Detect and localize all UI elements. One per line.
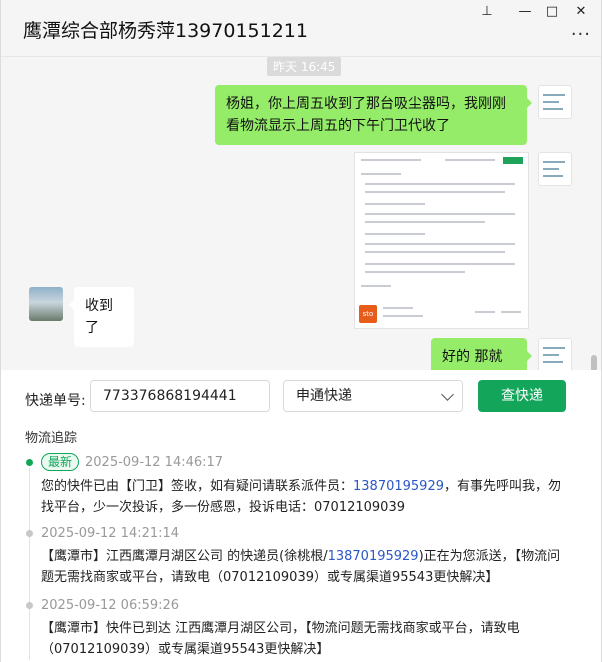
tracking-section-title: 物流追踪 <box>25 431 78 446</box>
event-text: 您的快件已由【门卫】签收，如有疑问请联系派件员： <box>41 479 354 494</box>
title-bar: 鹰潭综合部杨秀萍13970151211 ⊥ — □ ✕ ··· <box>1 0 601 57</box>
message-list[interactable]: 昨天 16:45 杨姐，你上周五收到了那台吸尘器吗，我刚刚看物流显示上周五的下午… <box>1 57 601 370</box>
maximize-button[interactable]: □ <box>539 2 565 22</box>
timeline-dot <box>26 530 33 537</box>
tracking-number-label: 快递单号: <box>25 393 86 409</box>
more-options-icon[interactable]: ··· <box>571 24 591 45</box>
event-description: 【鹰潭市】快件已到达 江西鹰潭月湖区公司，【物流问题无需找商家或平台，请致电（0… <box>41 618 571 660</box>
minimize-button[interactable]: — <box>512 2 538 22</box>
courier-phone-link[interactable]: 13870195929 <box>328 549 419 564</box>
event-description: 【鹰潭市】江西鹰潭月湖区公司 的快递员(徐桃根/13870195929)正在为您… <box>41 546 571 588</box>
my-avatar[interactable] <box>538 152 572 186</box>
contact-avatar[interactable] <box>29 287 63 321</box>
courier-phone-link[interactable]: 13870195929 <box>353 479 444 494</box>
carrier-select[interactable]: 申通快递 <box>283 380 463 412</box>
pin-icon[interactable]: ⊥ <box>474 2 500 22</box>
query-button[interactable]: 查快递 <box>478 380 566 412</box>
close-button[interactable]: ✕ <box>568 2 594 22</box>
tracking-screenshot-image[interactable]: sto <box>354 152 529 329</box>
latest-badge: 最新 <box>41 453 80 471</box>
event-description: 您的快件已由【门卫】签收，如有疑问请联系派件员：13870195929，有事先呼… <box>41 476 571 518</box>
event-time: 2025-09-12 14:46:17 <box>85 455 224 470</box>
tracking-panel: 快递单号: 773376868194441 申通快递 查快递 物流追踪 最新 2… <box>1 370 601 662</box>
carrier-logo-icon: sto <box>359 305 377 323</box>
chat-title: 鹰潭综合部杨秀萍13970151211 <box>23 20 308 42</box>
my-avatar[interactable] <box>538 338 572 370</box>
timeline-line <box>29 468 30 660</box>
timeline-dot-active <box>26 459 33 466</box>
event-text: 【鹰潭市】快件已到达 江西鹰潭月湖区公司，【物流问题无需找商家或平台，请致电（0… <box>41 621 520 657</box>
message-bubble-incoming[interactable]: 收到了 <box>69 287 134 347</box>
message-bubble-outgoing[interactable]: 好的 那就行 <box>431 338 532 370</box>
my-avatar[interactable] <box>538 85 572 119</box>
tracking-number-input[interactable]: 773376868194441 <box>90 380 270 412</box>
message-timestamp: 昨天 16:45 <box>267 57 342 76</box>
chat-window: 鹰潭综合部杨秀萍13970151211 ⊥ — □ ✕ ··· 昨天 16:45… <box>0 0 602 662</box>
chevron-down-icon <box>441 388 454 401</box>
carrier-select-value: 申通快递 <box>296 388 352 404</box>
message-bubble-outgoing[interactable]: 杨姐，你上周五收到了那台吸尘器吗，我刚刚看物流显示上周五的下午门卫代收了 <box>215 85 532 145</box>
event-time: 2025-09-12 14:21:14 <box>41 526 180 541</box>
event-text: 【鹰潭市】江西鹰潭月湖区公司 的快递员(徐桃根/ <box>41 549 328 564</box>
event-time: 2025-09-12 06:59:26 <box>41 598 180 613</box>
timeline-dot <box>26 602 33 609</box>
